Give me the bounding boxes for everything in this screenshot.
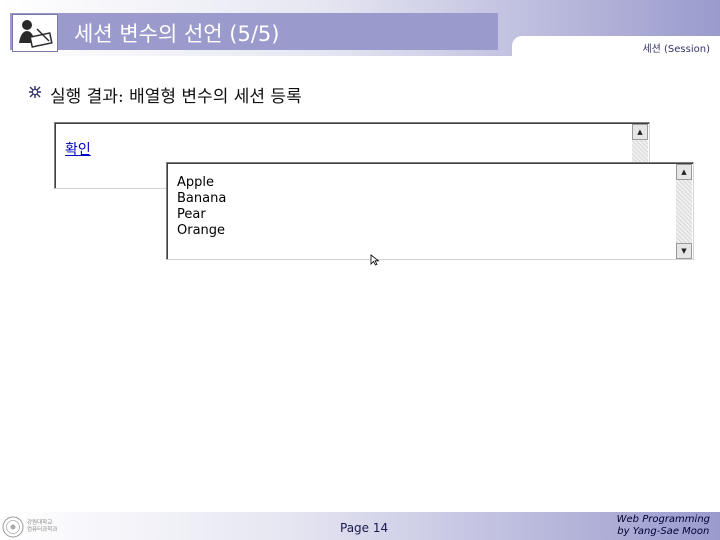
bullet-icon [29,86,41,98]
footer-credit: Web Programming by Yang-Sae Moon [617,514,710,538]
footer-logo: 강원대학교 컴퓨터과학과 [0,514,74,540]
slide-title: 세션 변수의 선언 (5/5) [74,18,279,48]
credit-line-1: Web Programming [616,514,710,525]
list-item: Pear [177,207,206,222]
list-item: Apple [177,175,215,190]
mouse-cursor-icon [370,254,380,266]
bullet-text: 실행 결과: 배열형 변수의 세션 등록 [50,87,302,107]
vertical-scrollbar[interactable]: ▲ ▼ [676,164,692,259]
presenter-icon [15,17,55,49]
presenter-logo [12,14,58,52]
slide-title-korean: 세션 변수의 선언 [74,22,230,46]
credit-line-2: by Yang-Sae Moon [617,526,710,537]
browser-window-2: Apple Banana Pear Orange ▲ ▼ [166,162,694,260]
footer-logo-line2: 컴퓨터과학과 [27,527,58,533]
scroll-up-arrow-icon[interactable]: ▲ [676,164,692,180]
page-number: Page 14 [340,521,389,535]
scroll-down-arrow-icon[interactable]: ▼ [676,243,692,259]
list-item: Banana [177,191,227,206]
slide-subtitle: 세션 (Session) [642,44,710,55]
footer-logo-line1: 강원대학교 [27,520,53,526]
fruit-list: Apple Banana Pear Orange [177,175,226,239]
university-seal-icon [2,516,24,538]
list-item: Orange [177,223,226,238]
confirm-link[interactable]: 확인 [65,139,91,159]
slide-title-number: (5/5) [229,22,280,46]
scroll-up-arrow-icon[interactable]: ▲ [632,124,648,140]
footer-logo-text: 강원대학교 컴퓨터과학과 [27,520,57,534]
